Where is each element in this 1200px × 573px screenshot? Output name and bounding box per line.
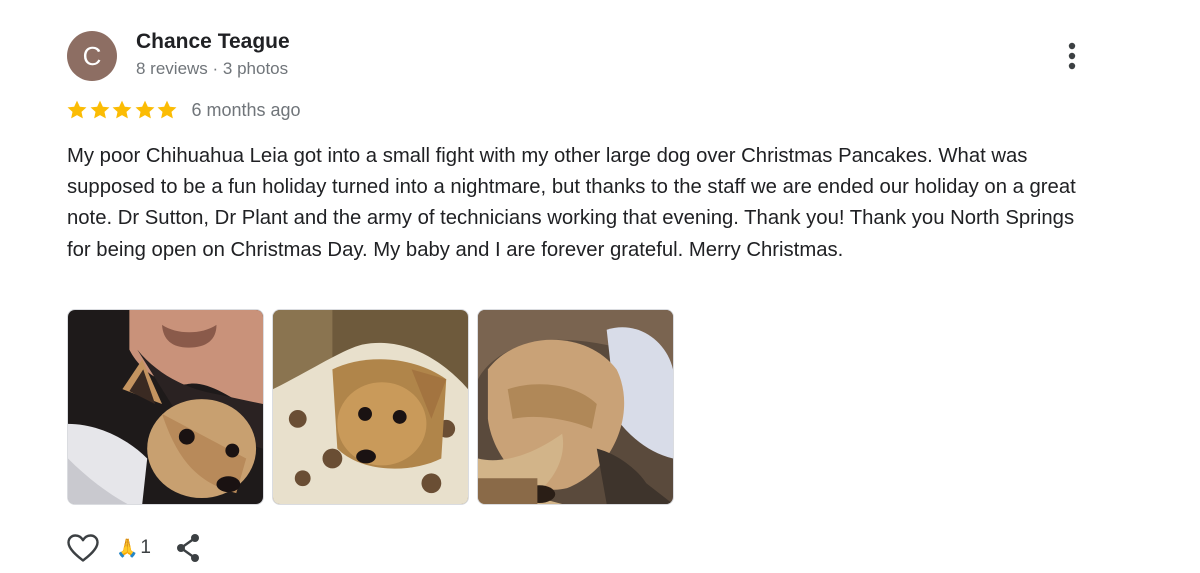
author-name[interactable]: Chance Teague <box>136 30 290 54</box>
share-icon <box>177 534 199 562</box>
more-vert-icon <box>1068 42 1076 70</box>
star-icon <box>112 100 132 119</box>
review-photos <box>67 309 682 505</box>
review-photo-3[interactable] <box>477 309 674 505</box>
review-photo-2[interactable] <box>272 309 469 505</box>
review-text: My poor Chihuahua Leia got into a small … <box>67 145 1076 261</box>
praying-hands-icon: 🙏 <box>116 538 139 558</box>
chihuahua-held-image <box>68 310 263 504</box>
chihuahua-sweater-image <box>478 310 673 504</box>
like-button[interactable] <box>66 531 100 565</box>
review-card: C Chance Teague 8 reviews · 3 photos 6 m… <box>0 0 1200 573</box>
review-actions: 🙏 1 <box>66 530 203 566</box>
star-icon <box>67 100 87 119</box>
star-icon <box>90 100 109 119</box>
rating-row: 6 months ago <box>66 97 301 123</box>
more-options-button[interactable] <box>1056 38 1088 74</box>
star-icon <box>157 100 177 119</box>
star-rating <box>66 99 179 121</box>
share-button[interactable] <box>173 531 203 565</box>
author-meta: 8 reviews · 3 photos <box>136 59 289 78</box>
heart-outline-icon <box>67 534 99 562</box>
avatar[interactable]: C <box>67 31 117 81</box>
star-icon <box>135 100 154 119</box>
chihuahua-blanket-image <box>273 310 468 504</box>
reaction-count: 1 <box>140 537 151 558</box>
avatar-initial: C <box>82 40 102 71</box>
reaction-button[interactable]: 🙏 1 <box>116 537 151 559</box>
review-time: 6 months ago <box>191 99 301 120</box>
review-photo-1[interactable] <box>67 309 264 505</box>
